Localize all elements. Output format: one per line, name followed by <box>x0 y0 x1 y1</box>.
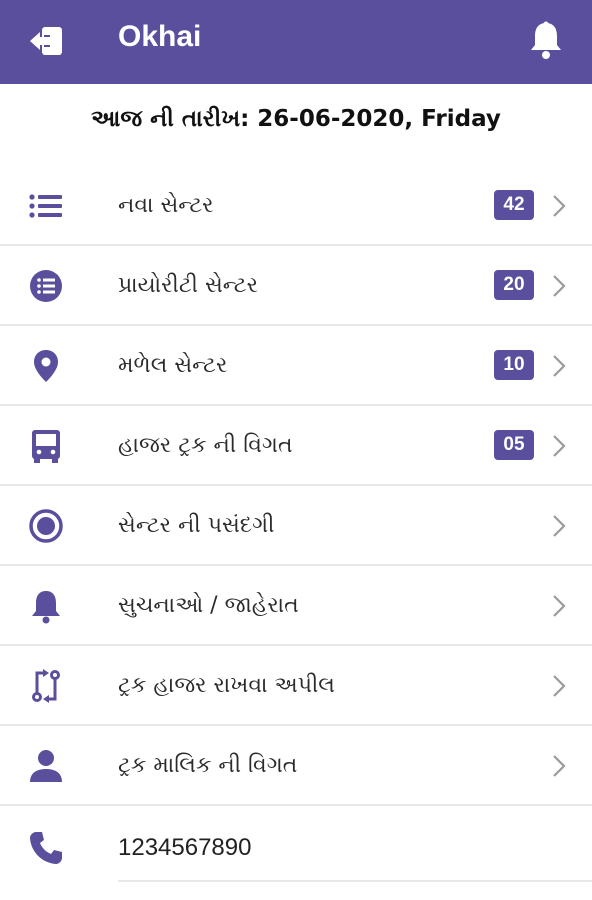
bell-icon[interactable] <box>528 20 564 60</box>
chevron-right-icon <box>553 675 566 697</box>
menu-item-label: પ્રાયોરીટી સેન્ટર <box>118 272 258 298</box>
chevron-right-icon <box>553 195 566 217</box>
menu-item-label: સેન્ટર ની પસંદગી <box>118 512 275 538</box>
bell-icon <box>32 591 60 624</box>
chevron-right-icon <box>553 595 566 617</box>
current-date: આજ ની તારીખ: 26-06-2020, Friday <box>91 106 501 132</box>
count-badge: 20 <box>494 270 534 300</box>
menu-item-label: મળેલ સેન્ટર <box>118 352 228 378</box>
menu-item-received-centers[interactable]: મળેલ સેન્ટર 10 <box>0 326 592 406</box>
logout-icon[interactable] <box>28 24 66 58</box>
chevron-right-icon <box>553 275 566 297</box>
list-circle-icon <box>30 270 62 302</box>
menu-list: નવા સેન્ટર 42 પ્રાયોરીટી સેન્ટર 20 મળેલ … <box>0 166 592 890</box>
app-title: Okhai <box>118 20 202 53</box>
menu-item-label: હાજર ટ્રક ની વિગત <box>118 432 293 458</box>
menu-item-label: સુચનાઓ / જાહેરાત <box>118 592 299 618</box>
menu-item-label: ટ્રક માલિક ની વિગત <box>118 752 298 778</box>
chevron-right-icon <box>553 755 566 777</box>
divider <box>118 880 592 882</box>
radio-circle-icon <box>29 509 63 543</box>
count-badge: 05 <box>494 430 534 460</box>
contact-phone-row[interactable]: 1234567890 <box>0 806 592 890</box>
menu-item-label: ટ્રક હાજર રાખવા અપીલ <box>118 672 335 698</box>
chevron-right-icon <box>553 515 566 537</box>
menu-item-label: નવા સેન્ટર <box>118 192 214 218</box>
chevron-right-icon <box>553 355 566 377</box>
count-badge: 42 <box>494 190 534 220</box>
menu-item-present-trucks[interactable]: હાજર ટ્રક ની વિગત 05 <box>0 406 592 486</box>
menu-item-center-selection[interactable]: સેન્ટર ની પસંદગી <box>0 486 592 566</box>
list-icon <box>29 194 62 218</box>
swap-route-icon <box>32 669 60 703</box>
menu-item-notices[interactable]: સુચનાઓ / જાહેરાત <box>0 566 592 646</box>
bus-icon <box>32 430 60 463</box>
person-icon <box>30 750 62 782</box>
menu-item-truck-owner[interactable]: ટ્રક માલિક ની વિગત <box>0 726 592 806</box>
menu-item-truck-appeal[interactable]: ટ્રક હાજર રાખવા અપીલ <box>0 646 592 726</box>
menu-item-priority-centers[interactable]: પ્રાયોરીટી સેન્ટર 20 <box>0 246 592 326</box>
app-bar: Okhai <box>0 0 592 84</box>
menu-item-new-centers[interactable]: નવા સેન્ટર 42 <box>0 166 592 246</box>
count-badge: 10 <box>494 350 534 380</box>
phone-number: 1234567890 <box>118 834 252 861</box>
chevron-right-icon <box>553 435 566 457</box>
location-pin-icon <box>34 350 58 382</box>
phone-icon <box>30 832 62 864</box>
